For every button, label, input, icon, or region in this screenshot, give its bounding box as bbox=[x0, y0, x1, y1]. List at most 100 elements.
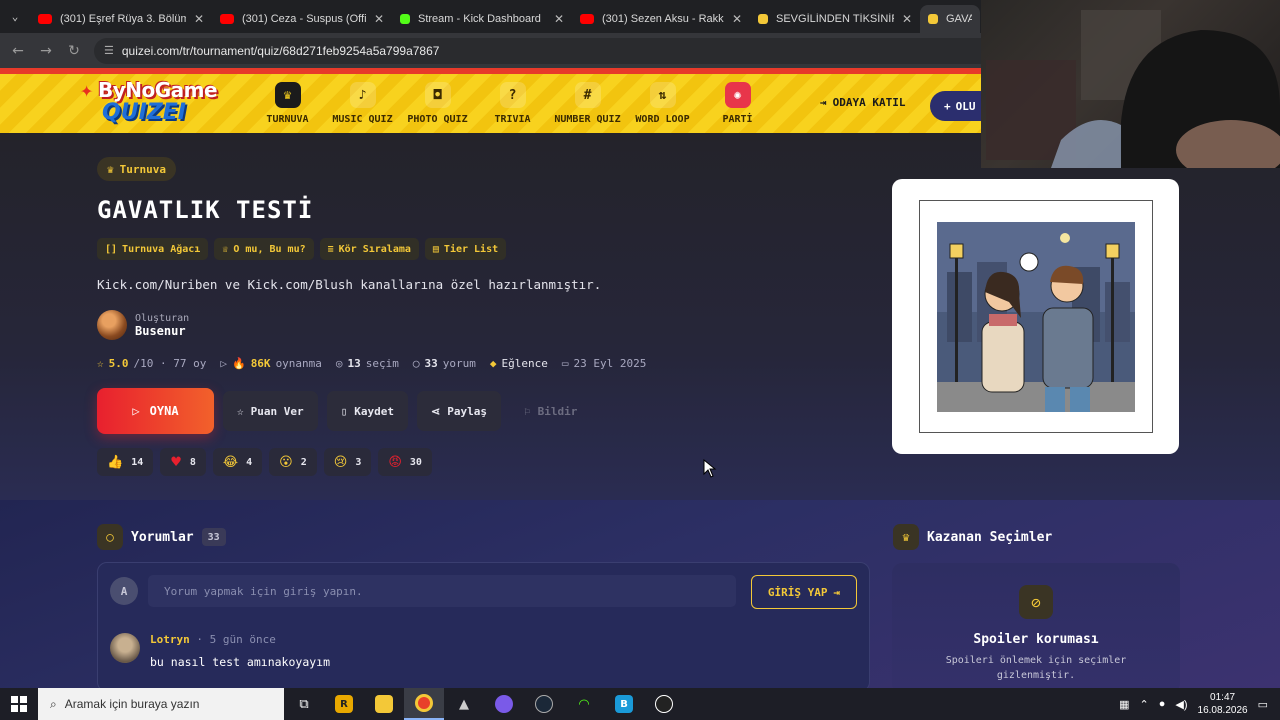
tab-search-button[interactable]: ⌄ bbox=[0, 0, 30, 33]
mode-this-or-that[interactable]: ♕ O mu, Bu mu? bbox=[214, 238, 314, 260]
back-icon[interactable]: ← bbox=[4, 43, 32, 59]
close-icon[interactable]: ✕ bbox=[194, 12, 204, 26]
forward-icon[interactable]: → bbox=[32, 43, 60, 59]
mode-tier-list[interactable]: ▤ Tier List bbox=[424, 238, 507, 260]
mode-blind-ranking[interactable]: ≡ Kör Sıralama bbox=[319, 238, 419, 260]
close-icon[interactable]: ✕ bbox=[732, 12, 742, 26]
browser-tab[interactable]: SEVGİLİNDEN TİKSİNİR MİSİN ✕ bbox=[750, 5, 920, 33]
menu-item-parti[interactable]: ✺ PARTİ bbox=[700, 82, 775, 125]
app-icon[interactable]: B bbox=[604, 688, 644, 720]
quizei-icon bbox=[928, 13, 938, 24]
rate-button[interactable]: ☆ Puan Ver bbox=[223, 391, 318, 431]
windows-start-icon[interactable] bbox=[0, 688, 38, 720]
list-icon: ≡ bbox=[327, 243, 334, 255]
join-room-button[interactable]: ⇥ ODAYA KATIL bbox=[820, 96, 905, 109]
layers-icon: ▤ bbox=[432, 243, 439, 255]
reaction-sad[interactable]: 😢 3 bbox=[323, 448, 372, 476]
app-icon[interactable]: ▲ bbox=[444, 688, 484, 720]
menu-item-music-quiz[interactable]: ♪ MUSIC QUIZ bbox=[325, 82, 400, 125]
avatar bbox=[97, 310, 127, 340]
angry-icon: 😡 bbox=[388, 454, 402, 470]
browser-tab-active[interactable]: GAVAT bbox=[920, 4, 980, 33]
quiz-stats: ☆ 5.0 /10 · 77 oy ▷ 🔥 86K oynanma ◎ 13 s… bbox=[97, 357, 646, 370]
browser-tab[interactable]: Stream - Kick Dashboard ✕ bbox=[392, 5, 572, 33]
trophy-icon: ♛ bbox=[893, 524, 919, 550]
task-view-icon[interactable]: ⧉ bbox=[284, 688, 324, 720]
browser-tab[interactable]: (301) Sezen Aksu - Rakkas ( ✕ bbox=[572, 5, 750, 33]
kick-icon bbox=[400, 13, 410, 24]
search-icon: ⌕ bbox=[50, 696, 57, 711]
creator-info[interactable]: Oluşturan Busenur bbox=[97, 310, 189, 340]
calendar-icon: ▭ bbox=[561, 357, 569, 370]
app-icon[interactable]: ◠ bbox=[564, 688, 604, 720]
browser-tab[interactable]: (301) Ceza - Suspus (Official ✕ bbox=[212, 5, 392, 33]
clock[interactable]: 01:47 16.08.2026 bbox=[1198, 691, 1248, 717]
reload-icon[interactable]: ↻ bbox=[60, 43, 88, 59]
microphone-icon[interactable]: ● bbox=[1159, 698, 1166, 710]
reaction-thumbs-up[interactable]: 👍 14 bbox=[97, 448, 154, 476]
reaction-heart[interactable]: ♥ 8 bbox=[160, 448, 206, 476]
mode-list: [] Turnuva Ağacı ♕ O mu, Bu mu? ≡ Kör Sı… bbox=[97, 238, 507, 260]
youtube-icon bbox=[580, 13, 594, 24]
comment-count-badge: 33 bbox=[201, 528, 226, 546]
star-icon: ☆ bbox=[237, 404, 244, 418]
music-icon: ♪ bbox=[349, 82, 376, 108]
report-button[interactable]: ⚐ Bildir bbox=[510, 391, 591, 431]
chrome-icon[interactable] bbox=[404, 688, 444, 720]
app-r-icon[interactable]: R bbox=[324, 688, 364, 720]
site-info-icon[interactable]: ☰ bbox=[104, 44, 114, 57]
taskbar-search[interactable]: ⌕ Aramak için buraya yazın bbox=[38, 688, 284, 720]
menu-item-word-loop[interactable]: ⇅ WORD LOOP bbox=[625, 82, 700, 125]
notification-icon[interactable]: ▭ bbox=[1258, 698, 1268, 711]
winners-heading: ♛ Kazanan Seçimler bbox=[893, 524, 1052, 550]
eye-off-icon: ⊘ bbox=[1019, 585, 1053, 619]
close-icon[interactable]: ✕ bbox=[554, 12, 564, 26]
comment-text: bu nasıl test amınakoyayım bbox=[150, 655, 331, 669]
play-icon: ▷ bbox=[220, 357, 227, 370]
menu-item-trivia[interactable]: ? TRIVIA bbox=[475, 82, 550, 125]
play-button[interactable]: ▷ OYNA bbox=[97, 388, 214, 434]
keyboard-icon[interactable]: ▦ bbox=[1119, 698, 1129, 711]
flag-icon: ⚐ bbox=[523, 404, 531, 418]
reaction-wow[interactable]: 😮 2 bbox=[269, 448, 317, 476]
category-stat[interactable]: ◆ Eğlence bbox=[490, 357, 548, 370]
reaction-laugh[interactable]: 😂 4 bbox=[212, 448, 263, 476]
play-icon: ▷ bbox=[132, 404, 140, 418]
obs-icon[interactable] bbox=[644, 688, 684, 720]
mode-tournament-bracket[interactable]: [] Turnuva Ağacı bbox=[97, 238, 209, 260]
comment-input[interactable]: Yorum yapmak için giriş yapın. bbox=[148, 575, 736, 607]
fire-icon: 🔥 bbox=[231, 357, 246, 370]
menu-item-number-quiz[interactable]: # NUMBER QUIZ bbox=[550, 82, 625, 125]
share-button[interactable]: ⋖ Paylaş bbox=[416, 391, 501, 431]
quiz-actions: ▷ OYNA ☆ Puan Ver ▯ Kaydet ⋖ Paylaş ⚐ Bi… bbox=[97, 388, 591, 434]
menu-item-turnuva[interactable]: ♛ TURNUVA bbox=[250, 82, 325, 125]
plays-stat: ▷ 🔥 86K oynanma bbox=[220, 357, 322, 370]
site-logo[interactable]: ✦ ByNoGame QUIZEI bbox=[80, 78, 240, 128]
quiz-cover-card bbox=[892, 179, 1179, 454]
comment-item: Lotryn · 5 gün önce bu nasıl test amınak… bbox=[110, 633, 330, 669]
avatar bbox=[110, 633, 140, 663]
volume-icon[interactable]: ◀) bbox=[1175, 698, 1187, 711]
browser-tab[interactable]: (301) Eşref Rüya 3. Bölüm ✕ bbox=[30, 5, 212, 33]
login-button[interactable]: GİRİŞ YAP ⇥ bbox=[751, 575, 857, 609]
chevron-up-icon[interactable]: ⌃ bbox=[1140, 698, 1149, 711]
steam-icon[interactable] bbox=[524, 688, 564, 720]
main-menu: ♛ TURNUVA ♪ MUSIC QUIZ ◘ PHOTO QUIZ ? TR… bbox=[250, 82, 775, 125]
wow-icon: 😮 bbox=[279, 454, 293, 470]
flame-icon: ✦ bbox=[80, 78, 94, 103]
reaction-angry[interactable]: 😡 30 bbox=[378, 448, 432, 476]
enter-icon: ⇥ bbox=[820, 96, 827, 109]
close-icon[interactable]: ✕ bbox=[374, 12, 384, 26]
close-icon[interactable]: ✕ bbox=[902, 12, 912, 26]
comment-author[interactable]: Lotryn bbox=[150, 633, 190, 646]
save-button[interactable]: ▯ Kaydet bbox=[326, 391, 408, 431]
rating-stat: ☆ 5.0 /10 · 77 oy bbox=[97, 357, 207, 370]
file-explorer-icon[interactable] bbox=[364, 688, 404, 720]
youtube-icon bbox=[38, 13, 52, 24]
spoiler-title: Spoiler koruması bbox=[973, 632, 1099, 647]
app-icon[interactable] bbox=[484, 688, 524, 720]
party-icon: ✺ bbox=[724, 82, 751, 108]
taskbar: ⌕ Aramak için buraya yazın ⧉ R ▲ ◠ B ▦ ⌃… bbox=[0, 688, 1280, 720]
url-field[interactable]: ☰ quizei.com/tr/tournament/quiz/68d271fe… bbox=[94, 37, 994, 64]
menu-item-photo-quiz[interactable]: ◘ PHOTO QUIZ bbox=[400, 82, 475, 125]
